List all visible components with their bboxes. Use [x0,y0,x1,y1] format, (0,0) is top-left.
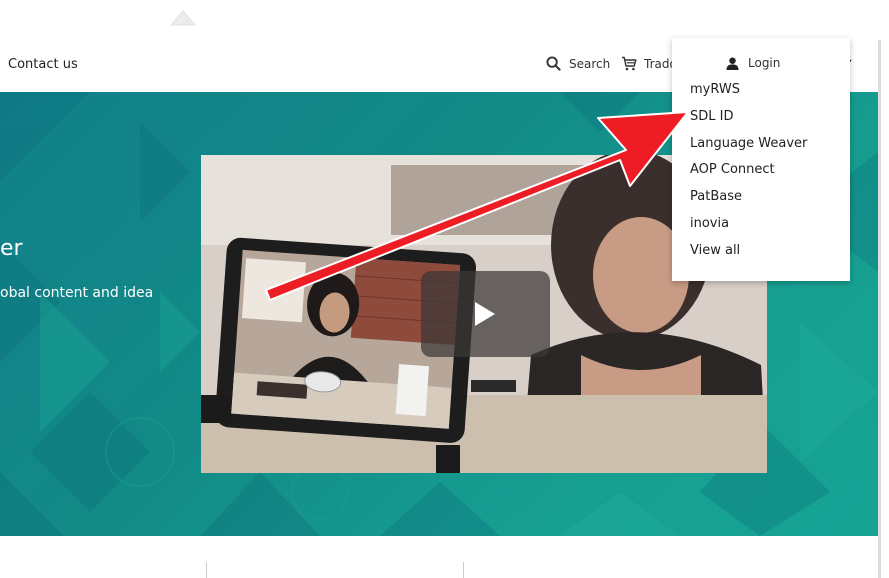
menu-item-aop-connect[interactable]: AOP Connect [690,162,775,177]
page: Contact us Search Trado er obal content … [0,0,889,578]
login-button[interactable]: Login [726,56,780,70]
login-label: Login [748,56,781,70]
play-icon [475,302,495,326]
window-edge [878,40,881,578]
menu-item-language-weaver[interactable]: Language Weaver [690,136,807,151]
contact-us-link[interactable]: Contact us [8,57,78,72]
logo-mark-icon [170,10,196,26]
search-icon [546,56,561,71]
search-label: Search [569,56,611,71]
search-button[interactable]: Search [546,56,610,71]
user-icon [726,56,739,70]
menu-item-inovia[interactable]: inovia [690,216,729,231]
section-divider [206,562,207,578]
menu-item-myrws[interactable]: myRWS [690,82,740,97]
hero-subtitle: obal content and idea [0,285,154,301]
hero-title: er [0,236,23,261]
menu-item-patbase[interactable]: PatBase [690,189,742,204]
menu-item-sdl-id[interactable]: SDL ID [690,109,733,124]
section-divider [463,562,464,578]
login-dropdown: Login myRWS SDL ID Language Weaver AOP C… [672,38,850,281]
trados-store-link[interactable]: Trado [621,56,677,71]
menu-item-view-all[interactable]: View all [690,243,740,258]
play-button[interactable] [421,271,550,357]
cart-icon [622,56,637,71]
